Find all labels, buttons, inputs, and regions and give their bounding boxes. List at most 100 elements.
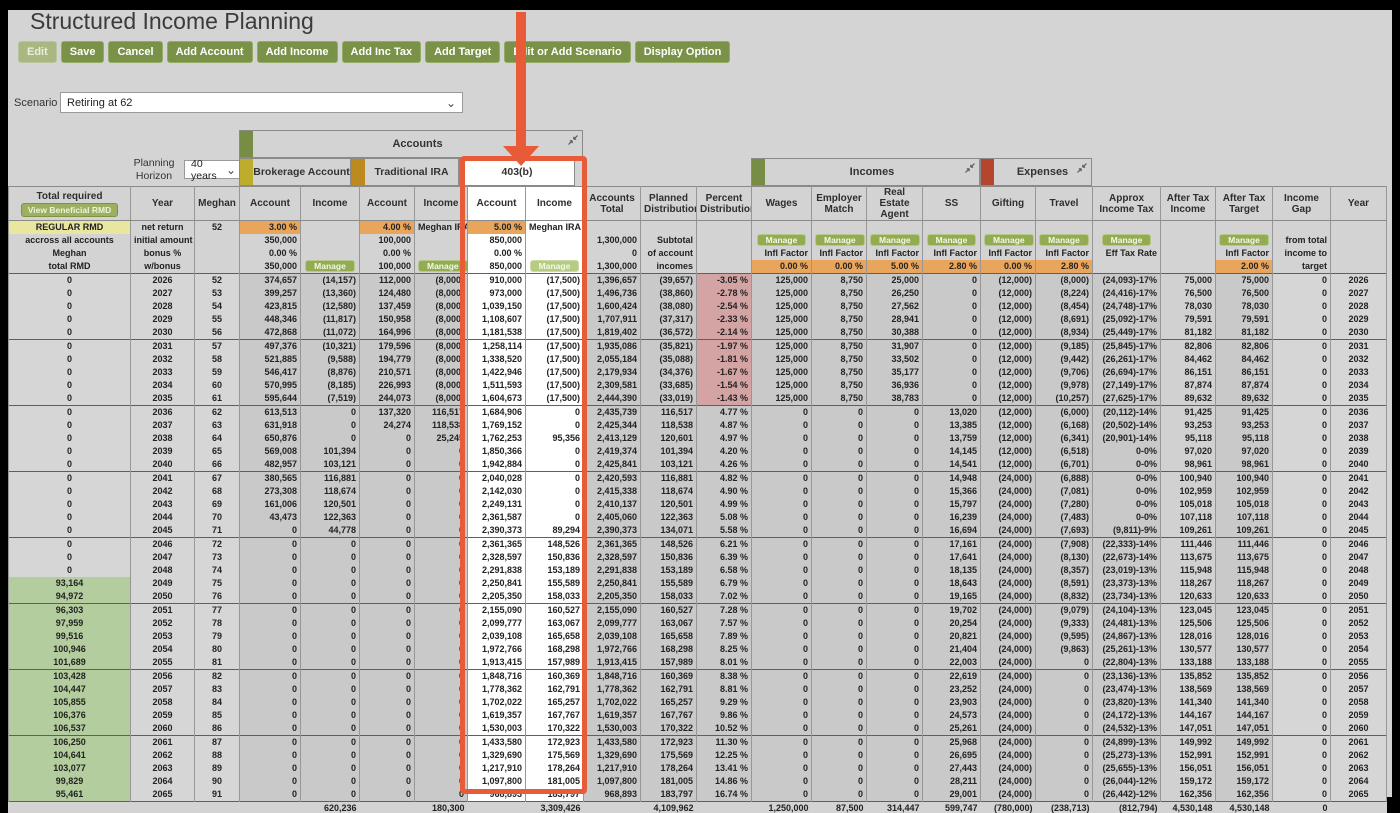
table-cell: (24,899)-13% [1092, 735, 1161, 749]
table-cell [696, 801, 752, 813]
tab-brokerage-account[interactable]: Brokerage Account [239, 158, 351, 186]
toolbar-button-add-inc-tax[interactable]: Add Inc Tax [341, 41, 422, 63]
planning-table: Total required View Beneficial RMD Year Meg… [8, 186, 1387, 813]
table-cell: 0 [751, 603, 812, 617]
table-cell: (12,000) [980, 366, 1036, 379]
table-cell: 0 [751, 617, 812, 630]
table-cell: 0 [414, 471, 468, 485]
table-cell: 0 [922, 392, 981, 406]
table-cell: (9,588) [300, 353, 360, 366]
table-cell [583, 220, 641, 234]
table-row: 93,164 2049 75 0 0 0 0 2,250,841 155,589 2,250,84… [8, 577, 1387, 590]
table-cell: 0 [751, 564, 812, 577]
table-cell: 0 [1035, 788, 1093, 802]
table-row: 0 2036 62 613,513 0 137,320 116,517 1,684,906 0 2… [8, 405, 1387, 419]
table-cell: -1.81 % [696, 353, 752, 366]
table-cell: 0 [751, 498, 812, 511]
manage-button[interactable]: Manage [305, 260, 355, 272]
table-cell: (23,373)-13% [1092, 577, 1161, 590]
table-cell: 124,480 [359, 287, 415, 300]
table-cell: 6.58 % [696, 564, 752, 577]
table-cell: 2,205,350 [583, 590, 641, 604]
table-cell: 2.80 % [1035, 260, 1093, 274]
view-beneficial-rmd-button[interactable]: View Beneficial RMD [20, 202, 119, 217]
manage-button[interactable]: Manage [756, 234, 807, 246]
toolbar-button-save[interactable]: Save [60, 41, 105, 63]
manage-button[interactable]: Manage [1219, 234, 1269, 246]
table-cell [300, 220, 360, 234]
table-cell: 78 [194, 617, 240, 630]
table-cell: 0 [811, 524, 867, 538]
table-cell: 1,217,910 [583, 762, 641, 775]
table-cell: (24,000) [980, 617, 1036, 630]
table-cell: (10,321) [300, 339, 360, 353]
manage-button[interactable]: Manage [815, 234, 865, 246]
table-cell: 1,250,000 [751, 801, 812, 813]
column-header-label: After Tax Target [1222, 192, 1266, 215]
table-cell: 0 [1272, 801, 1331, 813]
manage-button[interactable]: Manage [984, 234, 1034, 246]
table-cell: 2048 [1330, 564, 1387, 577]
table-cell: 1,604,673 [467, 392, 526, 406]
table-cell: (17,500) [525, 392, 584, 406]
table-cell: 0 [1272, 590, 1331, 604]
manage-button[interactable]: Manage [1101, 234, 1152, 246]
toolbar-button-display-option[interactable]: Display Option [634, 41, 731, 63]
manage-button[interactable]: Manage [870, 234, 920, 246]
table-cell: Infl Factor [1215, 247, 1273, 260]
table-cell: 0 [1272, 300, 1331, 313]
table-cell: 81 [194, 656, 240, 670]
table-cell: 152,991 [1160, 749, 1216, 762]
table-cell: 0 [525, 445, 584, 458]
table-cell: Manage [300, 260, 360, 274]
table-cell: 0 [414, 709, 468, 722]
table-cell: 118,538 [414, 419, 468, 432]
table-cell: 2033 [1330, 366, 1387, 379]
toolbar-button-edit[interactable]: Edit [18, 41, 57, 63]
toolbar-button-add-account[interactable]: Add Account [166, 41, 253, 63]
table-cell: 0 [1272, 471, 1331, 485]
table-cell: (24,000) [980, 709, 1036, 722]
table-cell: (8,691) [1035, 313, 1093, 326]
manage-button[interactable]: Manage [529, 260, 580, 272]
table-cell: 0 [359, 524, 415, 538]
toolbar-button-cancel[interactable]: Cancel [108, 41, 163, 63]
table-row: 96,303 2051 77 0 0 0 0 2,155,090 160,527 2,155,09… [8, 603, 1387, 617]
table-cell: 137,459 [359, 300, 415, 313]
collapse-icon[interactable] [964, 162, 976, 174]
table-cell: 125,506 [1215, 617, 1273, 630]
manage-button[interactable]: Manage [926, 234, 977, 246]
table-cell: 0 [414, 630, 468, 643]
table-cell: 2,435,739 [583, 405, 641, 419]
manage-button[interactable]: Manage [418, 260, 467, 272]
table-cell: 59 [194, 366, 240, 379]
toolbar-button-add-income[interactable]: Add Income [256, 41, 338, 63]
collapse-icon[interactable] [567, 134, 579, 146]
table-cell: 103,428 [8, 669, 131, 683]
planning-horizon-select[interactable]: 40 years ⌄ [184, 158, 243, 182]
table-cell: 43,473 [239, 511, 301, 524]
column-header-label: Gifting [991, 198, 1025, 209]
scenario-select[interactable]: Retiring at 62 ⌄ [60, 92, 463, 113]
manage-button[interactable]: Manage [1039, 234, 1089, 246]
incomes-group-header[interactable]: Incomes [751, 158, 980, 186]
expenses-group-header[interactable]: Expenses [980, 158, 1092, 186]
collapse-icon[interactable] [1076, 162, 1088, 174]
toolbar-button-add-target[interactable]: Add Target [425, 41, 501, 63]
table-cell: (12,000) [980, 326, 1036, 340]
table-row: 101,689 2055 81 0 0 0 0 1,913,415 157,989 1,913,4… [8, 656, 1387, 670]
table-cell: (26,261)-17% [1092, 353, 1161, 366]
table-cell: 2058 [130, 696, 195, 709]
table-cell: 0 [359, 537, 415, 551]
tab-traditional-ira[interactable]: Traditional IRA [351, 158, 459, 186]
table-cell: 148,526 [525, 537, 584, 551]
table-cell: 135,852 [1160, 669, 1216, 683]
table-cell: 0 [414, 498, 468, 511]
column-header-label: Income [536, 198, 572, 209]
table-cell: 0 [811, 735, 867, 749]
table-cell [1160, 260, 1216, 274]
table-cell [1215, 220, 1273, 234]
table-cell: 1,702,022 [467, 696, 526, 709]
table-cell: 153,189 [640, 564, 697, 577]
table-cell: 0 [866, 511, 923, 524]
